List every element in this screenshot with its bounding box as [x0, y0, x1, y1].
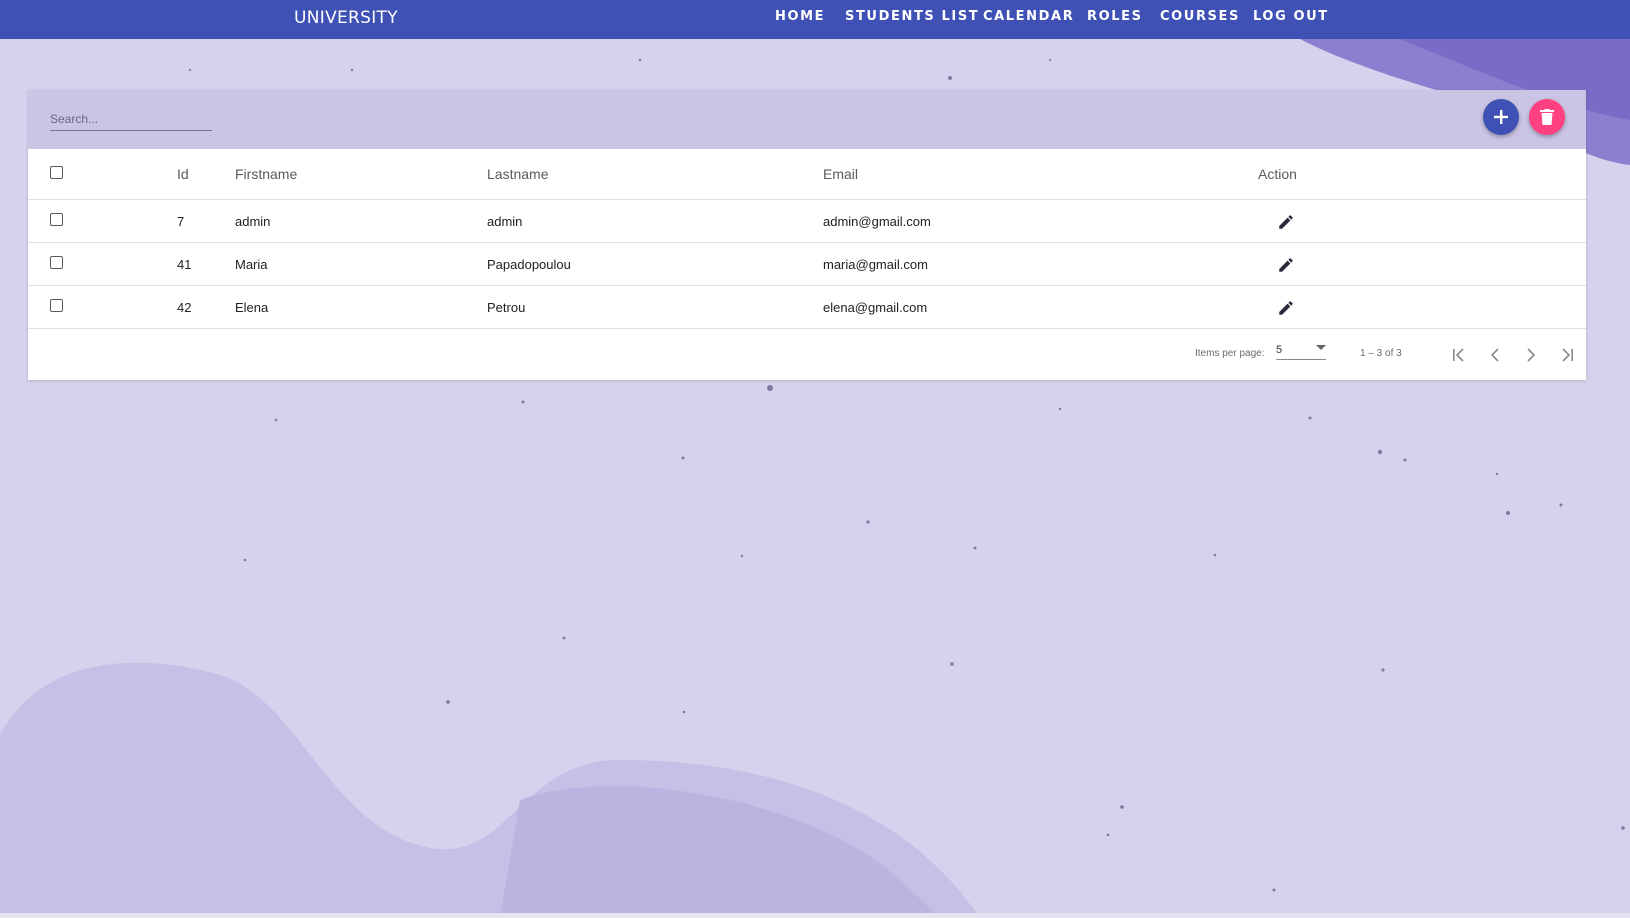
column-header-action: Action: [1258, 166, 1297, 182]
bottom-edge: [0, 913, 1630, 918]
column-header-lastname[interactable]: Lastname: [487, 166, 548, 182]
edit-icon[interactable]: [1277, 299, 1295, 317]
brand-logo[interactable]: UNIVERSITY: [294, 8, 398, 28]
edit-icon[interactable]: [1277, 256, 1295, 274]
top-navbar: UNIVERSITY HOME STUDENTS LIST CALENDAR R…: [0, 0, 1630, 39]
divider: [28, 328, 1586, 329]
nav-home[interactable]: HOME: [775, 9, 825, 24]
cell-firstname: Elena: [235, 300, 269, 315]
cell-id: 41: [177, 257, 192, 272]
row-checkbox[interactable]: [50, 213, 63, 226]
divider: [28, 285, 1586, 286]
cell-firstname: Maria: [235, 257, 268, 272]
cell-firstname: admin: [235, 214, 271, 229]
add-button[interactable]: [1483, 99, 1519, 135]
items-per-page-label: Items per page:: [1195, 348, 1265, 359]
cell-email: elena@gmail.com: [823, 300, 928, 315]
chevron-down-icon: [1316, 345, 1326, 350]
range-label: 1 – 3 of 3: [1360, 348, 1402, 359]
column-header-email[interactable]: Email: [823, 166, 858, 182]
nav-calendar[interactable]: CALENDAR: [983, 9, 1074, 24]
delete-button[interactable]: [1529, 99, 1565, 135]
edit-icon[interactable]: [1277, 213, 1295, 231]
table-toolbar: [28, 90, 1586, 149]
previous-page-icon[interactable]: [1487, 347, 1503, 363]
cell-id: 7: [177, 214, 185, 229]
last-page-icon[interactable]: [1559, 347, 1575, 363]
divider: [28, 242, 1586, 243]
divider: [28, 199, 1586, 200]
nav-students-list[interactable]: STUDENTS LIST: [845, 9, 979, 24]
search-input[interactable]: [50, 108, 212, 131]
trash-icon: [1540, 109, 1554, 125]
cell-lastname: Papadopoulou: [487, 257, 571, 272]
select-all-checkbox[interactable]: [50, 166, 63, 179]
nav-roles[interactable]: ROLES: [1087, 9, 1143, 24]
row-checkbox[interactable]: [50, 256, 63, 269]
page-size-value: 5: [1276, 344, 1283, 356]
column-header-id[interactable]: Id: [177, 166, 189, 182]
cell-email: admin@gmail.com: [823, 214, 931, 229]
column-header-firstname[interactable]: Firstname: [235, 166, 297, 182]
next-page-icon[interactable]: [1523, 347, 1539, 363]
cell-lastname: admin: [487, 214, 523, 229]
cell-lastname: Petrou: [487, 300, 526, 315]
nav-courses[interactable]: COURSES: [1160, 9, 1240, 24]
first-page-icon[interactable]: [1451, 347, 1467, 363]
plus-icon: [1494, 110, 1508, 124]
page-size-select[interactable]: 5: [1276, 342, 1326, 360]
students-table-card: Id Firstname Lastname Email Action 7 adm…: [28, 90, 1586, 380]
cell-id: 42: [177, 300, 192, 315]
cell-email: maria@gmail.com: [823, 257, 928, 272]
nav-log-out[interactable]: LOG OUT: [1253, 9, 1329, 24]
row-checkbox[interactable]: [50, 299, 63, 312]
